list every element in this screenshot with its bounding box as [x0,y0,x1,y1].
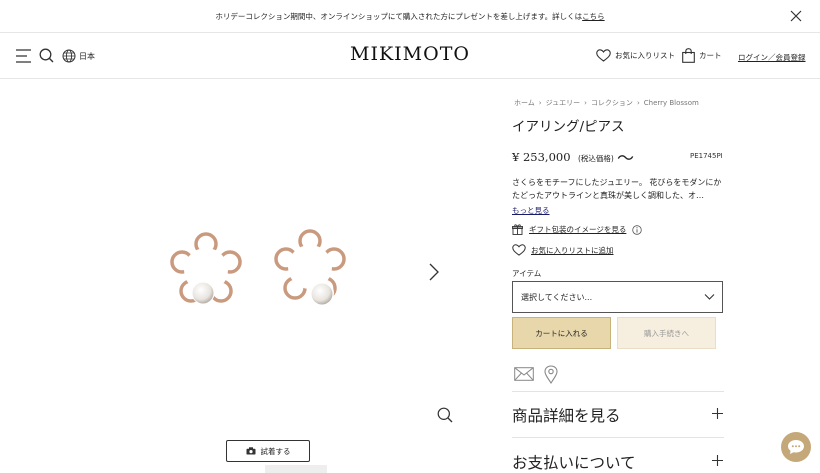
item-select-value: 選択してください... [521,292,593,302]
product-title: イアリング/ピアス [512,119,625,135]
checkout-button[interactable]: 購入手続きへ [617,317,716,349]
camera-icon [246,447,255,455]
heart-icon [512,244,526,256]
plus-icon[interactable] [712,408,723,419]
gift-icon [512,224,523,235]
divider [512,437,724,438]
breadcrumb-jewelry[interactable]: ジュエリー [546,98,581,108]
info-icon[interactable] [632,224,643,235]
breadcrumb-current: Cherry Blossom [643,99,699,107]
login-link[interactable]: ログイン／会員登録 [738,52,806,63]
gift-wrap-link[interactable]: ギフト包装のイメージを見る [512,224,643,235]
breadcrumb-collection[interactable]: コレクション [591,98,633,108]
close-icon[interactable] [790,10,802,22]
chevron-right-icon[interactable] [428,262,440,282]
cart-link[interactable]: カート [682,48,722,63]
zoom-icon[interactable] [437,407,453,423]
breadcrumb-separator-icon: › [584,99,587,107]
tax-label: (税込価格) [578,154,614,163]
breadcrumb-home[interactable]: ホーム [514,98,535,108]
gift-wrap-label: ギフト包装のイメージを見る [529,225,627,234]
product-image [170,229,346,305]
favorites-link[interactable]: お気に入りリスト [596,49,675,62]
cart-label: カート [699,51,722,60]
site-header: 日本 MIKIMOTO お気に入りリスト カート ログイン／会員登録 [0,34,820,79]
divider [512,391,724,392]
price-range-tilde: 〜 [617,149,634,169]
wishlist-label: お気に入りリストに追加 [531,245,614,255]
location-pin-icon[interactable] [544,365,558,384]
breadcrumb-separator-icon: › [538,99,542,107]
plus-icon[interactable] [712,455,723,466]
add-to-wishlist-link[interactable]: お気に入りリストに追加 [512,244,614,256]
thumbnail[interactable] [265,465,327,473]
heart-icon [596,49,611,62]
breadcrumb-separator-icon: › [636,99,640,107]
banner-text: ホリデーコレクション期間中、オンラインショップにて購入された方にプレゼントを差し… [215,11,583,21]
item-select[interactable]: 選択してください... [512,281,723,313]
product-description: さくらをモチーフにしたジュエリー。 花びらをモダンにかたどったアウトラインと真珠… [512,178,722,200]
add-to-cart-button[interactable]: カートに入れる [512,317,611,349]
try-on-label: 試着する [260,446,291,456]
read-more-link[interactable]: もっと見る [512,205,550,216]
product-details-accordion[interactable]: 商品詳細を見る [512,404,621,426]
product-code: PE1745PI [690,152,723,160]
banner-link[interactable]: こちら [582,11,605,22]
favorites-label: お気に入りリスト [615,51,675,60]
chat-bubble-icon [788,440,804,454]
chevron-down-icon [704,294,715,300]
mail-icon[interactable] [514,367,534,381]
breadcrumb: ホーム › ジュエリー › コレクション › Cherry Blossom [514,98,699,108]
announcement-banner: ホリデーコレクション期間中、オンラインショップにて購入された方にプレゼントを差し… [0,0,820,33]
item-label: アイテム [512,269,542,278]
shopping-bag-icon [682,48,695,63]
payment-accordion[interactable]: お支払いについて [512,451,636,473]
product-price: ¥ 253,000 [512,150,571,164]
chat-button[interactable] [781,432,811,462]
try-on-button[interactable]: 試着する [226,440,310,462]
